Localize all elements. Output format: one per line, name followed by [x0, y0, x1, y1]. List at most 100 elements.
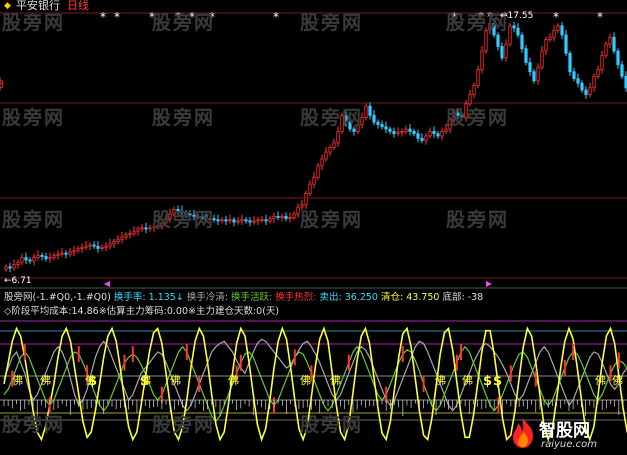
candle-body	[268, 218, 272, 222]
candle-body	[224, 219, 228, 222]
buy-marker: 佛	[300, 374, 311, 387]
candle-body	[548, 36, 552, 40]
watermark: 股旁网	[2, 12, 66, 34]
buy-marker: 佛	[462, 374, 473, 387]
dollar-marker: $	[483, 374, 492, 389]
candle-body	[416, 133, 420, 139]
candle-body	[584, 89, 588, 96]
candle-body	[596, 68, 600, 77]
watermark: 股旁网	[152, 209, 216, 231]
candle-body	[572, 71, 576, 79]
candle-body	[96, 245, 100, 249]
candle-body	[380, 124, 384, 128]
legend-sell: 卖出: 36.250	[316, 292, 378, 303]
candle-body	[220, 219, 224, 222]
candle-body	[136, 228, 140, 232]
candle-body	[108, 243, 112, 247]
buy-marker: 佛	[595, 374, 606, 387]
candle-body	[552, 29, 556, 38]
candle-body	[512, 25, 516, 29]
candle-body	[72, 250, 76, 253]
indicator-legend: 股旁网(-1.#Q0,-1.#Q0) 换手率: 1.135↓ 换手冷清: 换手活…	[4, 292, 483, 303]
stock-name[interactable]: 平安银行	[16, 0, 60, 11]
candle-body	[316, 165, 320, 178]
candle-body	[24, 257, 28, 261]
candle-body	[40, 254, 44, 257]
watermark: 股旁网	[152, 107, 216, 129]
chart-period[interactable]: 日线	[67, 0, 89, 11]
candle-body	[600, 55, 604, 70]
signal-star: *	[114, 10, 120, 24]
candle-body	[288, 217, 292, 220]
candle-body	[332, 142, 336, 148]
candle-body	[412, 130, 416, 135]
candle-body	[44, 256, 48, 260]
dollar-marker: $	[88, 374, 97, 389]
candle-body	[608, 36, 612, 45]
buy-marker: 佛	[12, 374, 23, 387]
candle-body	[68, 251, 72, 255]
candle-body	[368, 105, 372, 116]
buy-marker: 佛	[435, 374, 446, 387]
candle-body	[28, 259, 32, 262]
candle-body	[260, 219, 264, 222]
candle-body	[436, 133, 440, 137]
candle-body	[56, 253, 60, 256]
watermark: 股旁网	[152, 414, 216, 436]
candle-body	[84, 245, 88, 248]
candle-body	[392, 130, 396, 135]
watermark: 股旁网	[2, 107, 66, 129]
watermark: 股旁网	[152, 12, 216, 34]
candle-body	[428, 130, 432, 137]
candle-body	[440, 130, 444, 137]
signal-star: *	[273, 10, 279, 24]
signal-star: *	[100, 10, 106, 24]
logo-name: 智股网	[539, 421, 590, 441]
candle-body	[88, 244, 92, 247]
signal-star: *	[553, 10, 559, 24]
candle-body	[404, 128, 408, 132]
candle-body	[124, 234, 128, 238]
candle-body	[296, 206, 300, 215]
candle-body	[240, 219, 244, 222]
logo-url: raiyue.com	[541, 439, 597, 450]
candle-body	[216, 219, 220, 222]
candle-body	[80, 246, 84, 249]
legend-clear: 清仓: 43.750	[377, 292, 440, 303]
candle-body	[12, 264, 16, 269]
candle-body	[232, 219, 236, 223]
candle-body	[148, 227, 152, 230]
candle-body	[132, 230, 136, 234]
candle-body	[252, 220, 256, 223]
candle-body	[236, 220, 240, 223]
min-price-label: ←6.71	[4, 276, 32, 286]
buy-marker: 佛	[612, 374, 623, 387]
candle-body	[4, 266, 8, 270]
candle-body	[532, 71, 536, 82]
legend-turnover-rate: 换手率: 1.135↓	[110, 292, 184, 303]
candle-body	[556, 25, 560, 31]
min-price-value: 6.71	[11, 276, 32, 286]
candle-body	[312, 176, 316, 185]
watermark: 股旁网	[300, 209, 364, 231]
candle-body	[228, 219, 232, 222]
candle-body	[52, 254, 56, 259]
candle-body	[424, 135, 428, 141]
candle-body	[516, 27, 520, 36]
candle-body	[396, 132, 400, 135]
candle-body	[16, 261, 20, 265]
candle-body	[308, 183, 312, 194]
signal-star: *	[597, 10, 603, 24]
candle-body	[100, 246, 104, 249]
candle-body	[408, 128, 412, 132]
candle-body	[520, 34, 524, 50]
cost-summary: ◇阶段平均成本:14.86※估算主力筹码:0.00※主力建仓天数:0(天)	[4, 306, 280, 317]
candle-body	[144, 227, 148, 230]
candle-body	[248, 220, 252, 223]
candle-body	[612, 36, 616, 52]
candle-body	[272, 215, 276, 220]
candle-body	[620, 64, 624, 77]
max-price-label: ←17.55	[500, 11, 534, 21]
watermark: 股旁网	[300, 107, 364, 129]
site-logo: 智股网 raiyue.com	[505, 415, 623, 453]
